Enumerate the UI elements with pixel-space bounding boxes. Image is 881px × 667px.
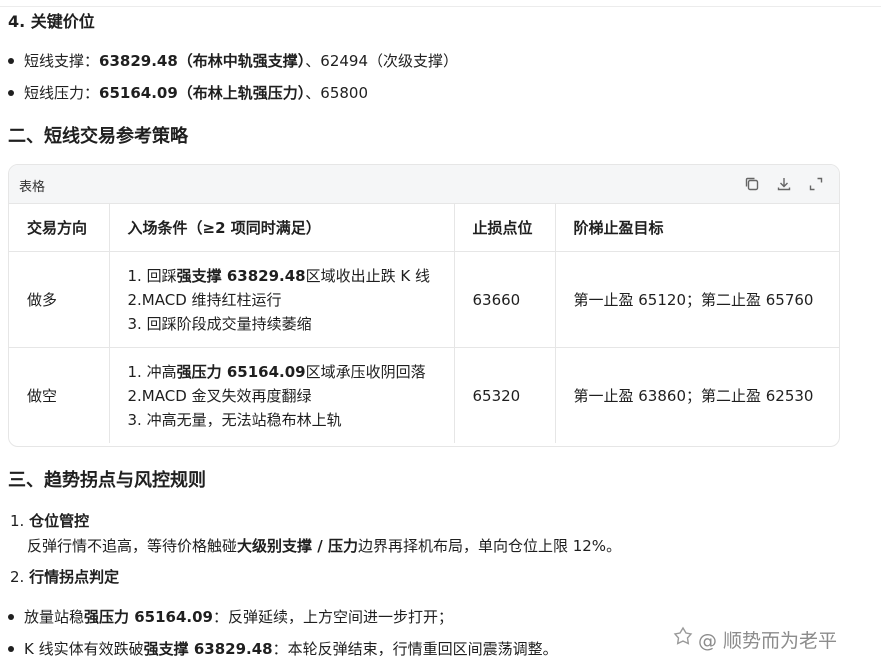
- numbered-item-text: 反弹行情不追高，等待价格触碰大级别支撑 / 压力边界再择机布局，单向仓位上限 1…: [27, 537, 622, 555]
- watermark: @ 顺势而为老平: [672, 626, 837, 653]
- item-bold: 63829.48（布林中轨强支撑）: [99, 52, 306, 70]
- bullet-icon: [8, 57, 14, 64]
- list-item: 短线支撑：63829.48（布林中轨强支撑）、62494（次级支撑）: [8, 50, 458, 71]
- section4-heading: 4. 关键价位: [8, 12, 95, 31]
- strategy-table-grid: 交易方向 入场条件（≥2 项同时满足） 止损点位 阶梯止盈目标 做多 1. 回踩…: [9, 204, 839, 443]
- item-label: 短线支撑：: [24, 52, 100, 70]
- bullet-icon: [8, 613, 14, 620]
- expand-icon[interactable]: [807, 175, 825, 193]
- item-suffix: 、62494（次级支撑）: [305, 52, 458, 70]
- item-label: 短线压力：: [24, 84, 100, 102]
- numbered-item-title: 2. 行情拐点判定: [10, 568, 120, 586]
- strategy-table: 表格 交易方向 入场条件（≥2 项同时满足） 止损点位 阶梯止盈目标 做多 1.…: [8, 164, 840, 447]
- table-row: 做多 1. 回踩强支撑 63829.48区域收出止跌 K 线 2.MACD 维持…: [9, 251, 839, 348]
- watermark-text: @ 顺势而为老平: [698, 630, 838, 652]
- stop-cell: 65320: [454, 347, 556, 443]
- copy-icon[interactable]: [743, 175, 761, 193]
- top-divider: [0, 0, 881, 7]
- table-title: 表格: [19, 180, 46, 195]
- condition-line: 1. 冲高强压力 65164.09区域承压收阴回落: [127, 362, 426, 381]
- column-header: 阶梯止盈目标: [555, 204, 839, 252]
- direction-cell: 做空: [9, 347, 110, 443]
- condition-line: 1. 回踩强支撑 63829.48区域收出止跌 K 线: [127, 266, 430, 285]
- conditions-cell: 1. 冲高强压力 65164.09区域承压收阴回落 2.MACD 金叉失效再度翻…: [109, 347, 455, 443]
- download-icon[interactable]: [775, 175, 793, 193]
- list-item: 短线压力：65164.09（布林上轨强压力）、65800: [8, 82, 368, 103]
- target-cell: 第一止盈 63860；第二止盈 62530: [573, 387, 814, 405]
- section2-heading: 二、短线交易参考策略: [8, 126, 188, 147]
- bullet-icon: [8, 645, 14, 652]
- table-row: 做空 1. 冲高强压力 65164.09区域承压收阴回落 2.MACD 金叉失效…: [9, 347, 839, 443]
- numbered-item-title: 1. 仓位管控: [10, 512, 90, 530]
- item-bold: 65164.09（布林上轨强压力）: [99, 84, 306, 102]
- stop-cell: 63660: [454, 251, 556, 348]
- condition-line: 2.MACD 维持红柱运行: [127, 290, 282, 309]
- list-item: 放量站稳强压力 65164.09：反弹延续，上方空间进一步打开；: [8, 606, 453, 627]
- watermark-logo-icon: [672, 626, 694, 653]
- bullet-icon: [8, 89, 14, 96]
- condition-line: 2.MACD 金叉失效再度翻绿: [127, 386, 312, 405]
- table-header-row: 交易方向 入场条件（≥2 项同时满足） 止损点位 阶梯止盈目标: [9, 204, 839, 252]
- direction-cell: 做多: [9, 251, 110, 348]
- list-item: K 线实体有效跌破强支撑 63829.48：本轮反弹结束，行情重回区间震荡调整。: [8, 638, 558, 659]
- column-header: 止损点位: [454, 204, 556, 252]
- column-header: 交易方向: [9, 204, 110, 252]
- section3-heading: 三、趋势拐点与风控规则: [8, 470, 206, 491]
- item-suffix: 、65800: [305, 84, 368, 102]
- conditions-cell: 1. 回踩强支撑 63829.48区域收出止跌 K 线 2.MACD 维持红柱运…: [109, 251, 455, 348]
- condition-line: 3. 冲高无量，无法站稳布林上轨: [127, 410, 342, 429]
- column-header: 入场条件（≥2 项同时满足）: [109, 204, 455, 252]
- table-header-bar: 表格: [9, 165, 839, 204]
- condition-line: 3. 回踩阶段成交量持续萎缩: [127, 314, 312, 333]
- target-cell: 第一止盈 65120；第二止盈 65760: [555, 251, 839, 348]
